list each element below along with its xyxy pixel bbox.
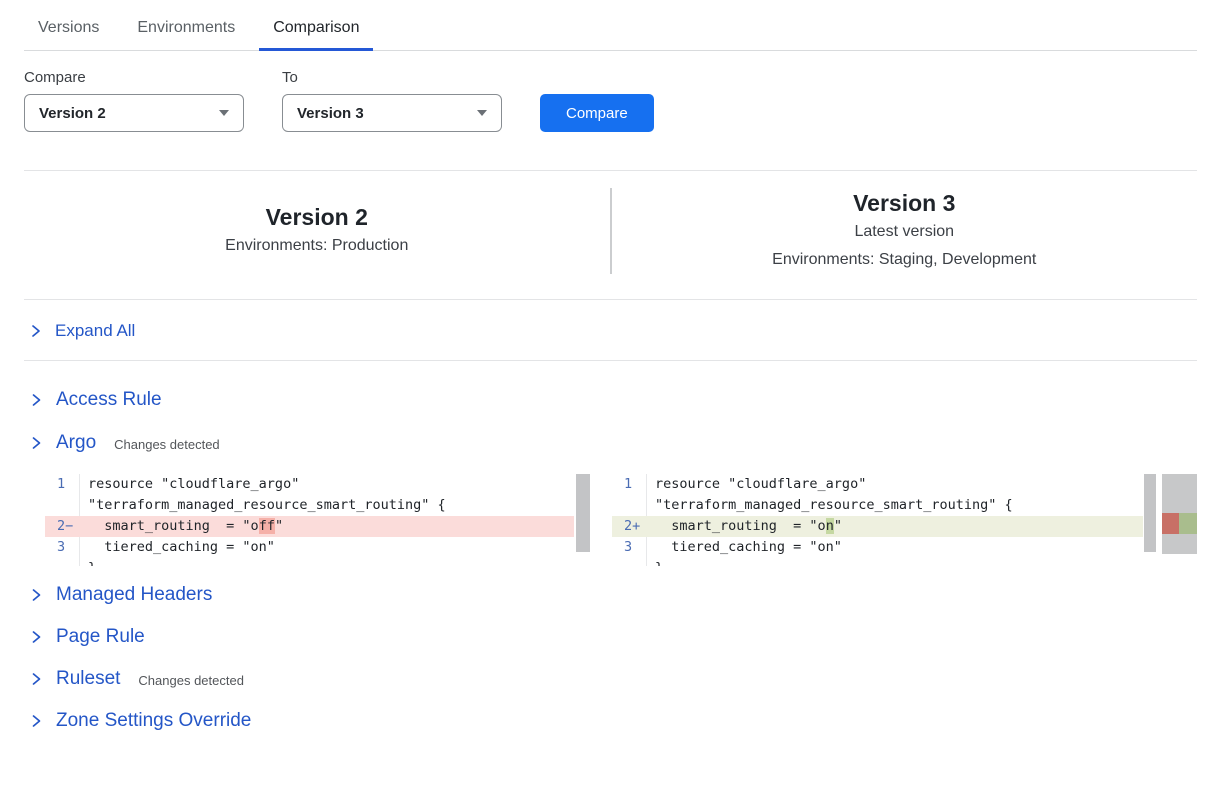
section-argo[interactable]: Argo Changes detected <box>24 431 1197 455</box>
code-line-wrap: "terraform_managed_resource_smart_routin… <box>45 495 574 516</box>
tab-environments[interactable]: Environments <box>123 0 249 50</box>
code-line: 3 tiered_caching = "on" <box>612 537 1143 558</box>
section-label: Argo <box>56 431 96 455</box>
section-managed-headers[interactable]: Managed Headers <box>24 583 1197 607</box>
compare-from-value: Version 2 <box>39 105 106 122</box>
code-line: 3 tiered_caching = "on" <box>45 537 574 558</box>
version-right-header: Version 3 Latest version Environments: S… <box>612 188 1198 274</box>
tab-bar: Versions Environments Comparison <box>24 0 1197 51</box>
code-line: 1resource "cloudflare_argo" <box>612 474 1143 495</box>
section-access-rule[interactable]: Access Rule <box>24 388 1197 412</box>
section-label: Managed Headers <box>56 583 212 607</box>
section-label: Page Rule <box>56 625 145 649</box>
scrollbar[interactable] <box>1144 474 1156 552</box>
code-line: 1resource "cloudflare_argo" <box>45 474 574 495</box>
chevron-down-icon <box>477 110 487 116</box>
added-chars: n <box>826 518 834 534</box>
section-label: Access Rule <box>56 388 162 412</box>
compare-to-value: Version 3 <box>297 105 364 122</box>
code-line-wrap: "terraform_managed_resource_smart_routin… <box>612 495 1143 516</box>
scrollbar[interactable] <box>576 474 590 552</box>
line-number: 2+ <box>612 516 647 537</box>
compare-to-select[interactable]: Version 3 <box>282 94 502 132</box>
expand-all[interactable]: Expand All <box>24 300 1197 360</box>
chevron-right-icon <box>30 435 43 451</box>
chevron-right-icon <box>30 671 43 687</box>
minimap-removed-mark <box>1162 513 1179 534</box>
compare-form: Compare Version 2 To Version 3 Compare <box>24 69 1197 132</box>
chevron-right-icon <box>30 713 43 729</box>
compare-from-group: Compare Version 2 <box>24 69 244 132</box>
compare-button[interactable]: Compare <box>540 94 654 132</box>
code-area: 1resource "cloudflare_argo" "terraform_m… <box>45 474 574 566</box>
line-number <box>612 495 647 516</box>
version-right-latest: Latest version <box>612 218 1198 246</box>
tab-comparison[interactable]: Comparison <box>259 0 373 50</box>
compare-label: Compare <box>24 69 244 86</box>
code-area: 1resource "cloudflare_argo" "terraform_m… <box>612 474 1143 566</box>
diff-overview-ruler[interactable] <box>1162 474 1197 554</box>
divider <box>24 360 1197 361</box>
to-label: To <box>282 69 502 86</box>
line-number: 3 <box>612 537 647 558</box>
section-page-rule[interactable]: Page Rule <box>24 625 1197 649</box>
line-number <box>45 495 80 516</box>
code-line: } <box>612 558 1143 566</box>
expand-all-label: Expand All <box>55 321 135 341</box>
version-right-title: Version 3 <box>612 188 1198 218</box>
section-label: Ruleset <box>56 667 120 691</box>
chevron-down-icon <box>219 110 229 116</box>
code-line-removed: 2− smart_routing = "off" <box>45 516 574 537</box>
compare-from-select[interactable]: Version 2 <box>24 94 244 132</box>
diff-panel-original: 1resource "cloudflare_argo" "terraform_m… <box>45 474 590 566</box>
minimap-added-mark <box>1179 513 1197 534</box>
section-zone-settings-override[interactable]: Zone Settings Override <box>24 709 1197 733</box>
code-line: } <box>45 558 574 566</box>
changes-detected-badge: Changes detected <box>138 673 244 688</box>
version-headers: Version 2 Environments: Production Versi… <box>24 171 1197 299</box>
section-label: Zone Settings Override <box>56 709 251 733</box>
line-number: 1 <box>612 474 647 495</box>
compare-to-group: To Version 3 <box>282 69 502 132</box>
line-number: 3 <box>45 537 80 558</box>
removed-chars: ff <box>259 518 275 534</box>
version-left-header: Version 2 Environments: Production <box>24 202 610 260</box>
chevron-right-icon <box>30 629 43 645</box>
chevron-right-icon <box>30 587 43 603</box>
line-number <box>612 558 647 566</box>
chevron-right-icon <box>30 324 42 338</box>
line-number <box>45 558 80 566</box>
line-number: 1 <box>45 474 80 495</box>
tab-versions[interactable]: Versions <box>24 0 113 50</box>
section-ruleset[interactable]: Ruleset Changes detected <box>24 667 1197 691</box>
version-left-environments: Environments: Production <box>24 232 610 260</box>
version-left-title: Version 2 <box>24 202 610 232</box>
comparison-page: Versions Environments Comparison Compare… <box>0 0 1224 733</box>
code-line-added: 2+ smart_routing = "on" <box>612 516 1143 537</box>
version-right-environments: Environments: Staging, Development <box>612 246 1198 274</box>
argo-diff: 1resource "cloudflare_argo" "terraform_m… <box>45 474 1197 566</box>
diff-panel-modified: 1resource "cloudflare_argo" "terraform_m… <box>612 474 1197 566</box>
chevron-right-icon <box>30 392 43 408</box>
line-number: 2− <box>45 516 80 537</box>
changes-detected-badge: Changes detected <box>114 437 220 452</box>
